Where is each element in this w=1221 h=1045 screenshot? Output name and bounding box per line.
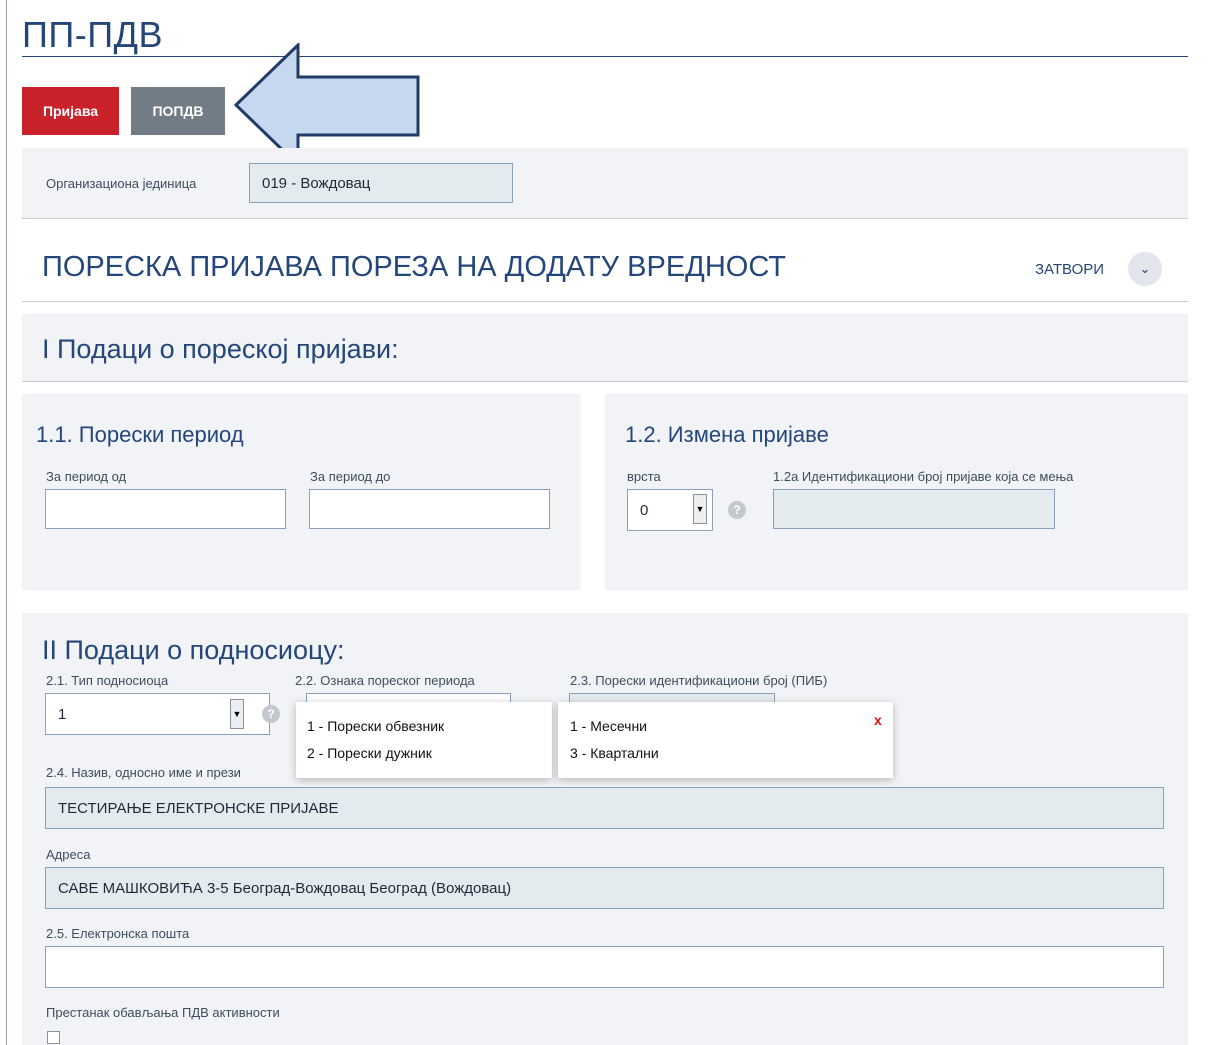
email-input[interactable] (45, 946, 1164, 988)
page-title: ПП-ПДВ (22, 14, 164, 55)
section1-header: I Подаци о пореској пријави: (22, 314, 1188, 382)
section2-panel: II Подаци о подносиоцу: 2.1. Тип подноси… (22, 613, 1188, 1045)
period-from-label: За период од (46, 469, 127, 484)
close-dropdown-icon[interactable]: x (874, 712, 882, 728)
close-form-link[interactable]: ЗАТВОРИ (1035, 261, 1104, 278)
period-mark-option[interactable]: 1 - Месечни (570, 718, 647, 734)
tab-prijava[interactable]: Пријава (22, 87, 119, 135)
period-mark-option[interactable]: 3 - Квартални (570, 745, 659, 761)
change-panel: 1.2. Измена пријаве врста 0 ▼ ? 1.2а Иде… (605, 394, 1188, 590)
period-to-label: За период до (310, 469, 391, 484)
change-type-label: врста (627, 469, 661, 484)
name-label: 2.4. Назив, односно име и прези (46, 765, 241, 780)
name-field[interactable]: ТЕСТИРАЊЕ ЕЛЕКТРОНСКЕ ПРИЈАВЕ (45, 787, 1164, 829)
tax-period-title: 1.1. Порески период (36, 422, 244, 447)
chevron-down-icon: ⌄ (1139, 261, 1151, 276)
cease-activity-checkbox[interactable] (47, 1031, 60, 1044)
tab-popdv[interactable]: ПОПДВ (131, 87, 225, 135)
title-divider (22, 56, 1188, 57)
period-mark-label: 2.2. Ознака пореског периода (295, 673, 475, 688)
period-from-input[interactable] (45, 489, 286, 529)
change-id-label: 1.2а Идентификациони број пријаве која с… (773, 469, 1074, 484)
submitter-type-options: 1 - Порески обвезник 2 - Порески дужник (296, 702, 552, 778)
change-type-dropdown-arrow[interactable]: ▼ (693, 494, 707, 524)
submitter-type-option[interactable]: 2 - Порески дужник (307, 745, 432, 761)
org-unit-label: Организациона јединица (46, 176, 197, 191)
submitter-type-help-icon[interactable]: ? (262, 705, 280, 723)
section1-title: I Подаци о пореској пријави: (42, 334, 399, 364)
period-mark-options: 1 - Месечни 3 - Квартални x (558, 702, 893, 778)
form-title: ПОРЕСКА ПРИЈАВА ПОРЕЗА НА ДОДАТУ ВРЕДНОС… (42, 251, 787, 283)
change-title: 1.2. Измена пријаве (625, 422, 829, 447)
change-id-field[interactable] (773, 489, 1055, 529)
pib-label: 2.3. Порески идентификациони број (ПИБ) (570, 673, 828, 688)
cease-activity-label: Престанак обављања ПДВ активности (46, 1005, 280, 1020)
page-left-border (6, 0, 7, 1045)
address-field[interactable]: САВЕ МАШКОВИЋА 3-5 Београд-Вождовац Беог… (45, 867, 1164, 909)
email-label: 2.5. Електронска пошта (46, 926, 190, 941)
submitter-type-option[interactable]: 1 - Порески обвезник (307, 718, 444, 734)
org-unit-panel: Организациона јединица 019 - Вождовац (22, 148, 1188, 219)
address-label: Адреса (46, 847, 91, 862)
section2-title: II Подаци о подносиоцу: (42, 635, 345, 665)
org-unit-field[interactable]: 019 - Вождовац (249, 163, 513, 203)
submitter-type-dropdown-arrow[interactable]: ▼ (230, 699, 244, 729)
period-to-input[interactable] (309, 489, 550, 529)
tax-period-panel: 1.1. Порески период За период од За пери… (22, 394, 581, 590)
form-header: ПОРЕСКА ПРИЈАВА ПОРЕЗА НА ДОДАТУ ВРЕДНОС… (22, 231, 1188, 302)
collapse-form-button[interactable]: ⌄ (1128, 252, 1162, 286)
change-type-help-icon[interactable]: ? (728, 501, 746, 519)
submitter-type-label: 2.1. Тип подносиоца (46, 673, 169, 688)
